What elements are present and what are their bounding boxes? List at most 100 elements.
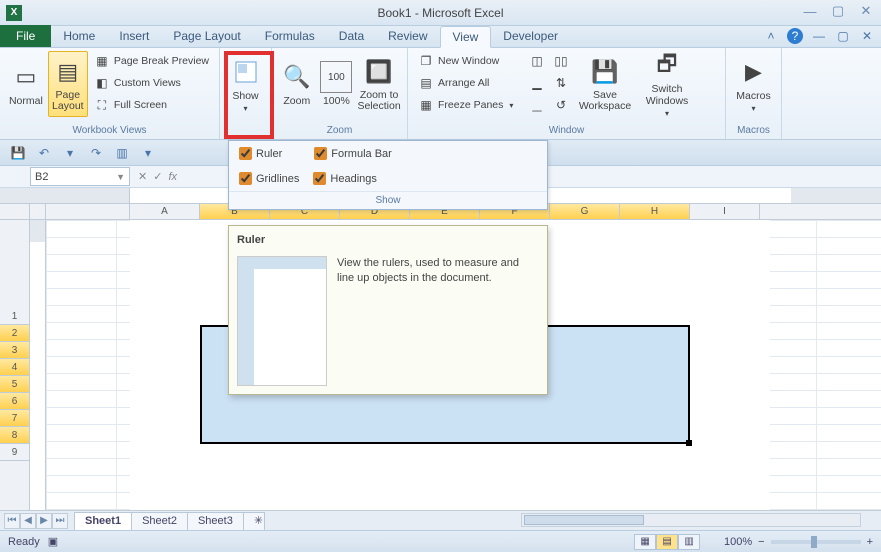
arrange-all-button[interactable]: ▤Arrange All [414,73,524,93]
switch-windows-button[interactable]: 🗗Switch Windows▾ [638,51,696,117]
sheet-nav-last-icon[interactable]: ⏭ [52,513,68,529]
redo-icon[interactable]: ↷ [86,144,106,162]
fx-icon[interactable]: fx [168,171,177,183]
normal-view-status-icon[interactable]: ▦ [634,534,656,550]
save-icon[interactable]: 💾 [8,144,28,162]
full-screen-label: Full Screen [114,99,167,111]
cancel-formula-icon[interactable]: ✕ [138,170,147,183]
normal-view-button[interactable]: ▭ Normal [6,51,46,117]
status-bar: Ready ▣ ▦ ▤ ▥ 100% − + [0,530,881,552]
doc-minimize-icon[interactable]: — [811,28,827,44]
undo-icon[interactable]: ↶ [34,144,54,162]
col-a[interactable]: A [130,204,200,219]
page-break-status-icon[interactable]: ▥ [678,534,700,550]
row-6[interactable]: 6 [0,393,29,410]
name-box[interactable]: B2 ▼ [30,167,130,186]
qat-dropdown-icon[interactable]: ▾ [60,144,80,162]
minimize-icon[interactable]: — [801,3,819,19]
help-icon[interactable]: ? [787,28,803,44]
show-dropdown-button[interactable]: Show ▾ [226,51,265,117]
ruler-checkbox[interactable]: Ruler [239,147,282,160]
name-box-value: B2 [35,171,48,183]
horizontal-scrollbar[interactable] [521,513,861,527]
page-layout-status-icon[interactable]: ▤ [656,534,678,550]
freeze-panes-button[interactable]: ▦ Freeze Panes ▾ [414,95,524,115]
sheet-tab-bar: ⏮ ◀ ▶ ⏭ Sheet1 Sheet2 Sheet3 ✳ [0,510,881,530]
macros-group-label: Macros [732,123,775,139]
sheet-tab-3[interactable]: Sheet3 [187,512,244,530]
repeat-icon[interactable]: ▥ [112,144,132,162]
row-7[interactable]: 7 [0,410,29,427]
reset-pos-button[interactable]: ↺ [550,95,572,115]
col-i[interactable]: I [690,204,760,219]
col-g[interactable]: G [550,204,620,219]
col-h[interactable]: H [620,204,690,219]
select-all-corner[interactable] [0,204,30,219]
row-3[interactable]: 3 [0,342,29,359]
custom-views-button[interactable]: ◧Custom Views [90,73,213,93]
row-9[interactable]: 9 [0,444,29,461]
tab-view[interactable]: View [440,26,492,48]
full-screen-button[interactable]: ⛶Full Screen [90,95,213,115]
minimize-ribbon-icon[interactable]: ˄ [763,28,779,44]
close-icon[interactable]: ✕ [857,3,875,19]
sheet-tab-1[interactable]: Sheet1 [74,512,132,530]
insert-sheet-button[interactable]: ✳ [243,512,265,530]
tab-insert[interactable]: Insert [107,25,161,47]
row-5[interactable]: 5 [0,376,29,393]
tab-data[interactable]: Data [327,25,376,47]
zoom-out-icon[interactable]: − [758,536,764,548]
restore-icon[interactable]: ▢ [829,3,847,19]
sheet-tab-2[interactable]: Sheet2 [131,512,188,530]
save-workspace-button[interactable]: 💾Save Workspace [574,51,636,117]
row-headers: 1 2 3 4 5 6 7 8 9 [0,220,30,510]
doc-close-icon[interactable]: ✕ [859,28,875,44]
page-break-preview-button[interactable]: ▦Page Break Preview [90,51,213,71]
zoom-slider[interactable] [771,540,861,544]
enter-formula-icon[interactable]: ✓ [153,170,162,183]
page-layout-view-button[interactable]: ▤ Page Layout [48,51,88,117]
zoom-100-icon: 100 [320,61,352,93]
tab-page-layout[interactable]: Page Layout [161,25,252,47]
file-tab[interactable]: File [0,25,51,47]
sync-icon: ⇅ [554,75,568,91]
row-2[interactable]: 2 [0,325,29,342]
fill-handle[interactable] [686,440,692,446]
sheet-nav-prev-icon[interactable]: ◀ [20,513,36,529]
vertical-ruler [30,220,46,510]
unhide-button[interactable]: ▁ [526,95,548,115]
zoom-level[interactable]: 100% [710,536,752,548]
tab-home[interactable]: Home [51,25,107,47]
row-4[interactable]: 4 [0,359,29,376]
doc-restore-icon[interactable]: ▢ [835,28,851,44]
gridlines-checkbox[interactable]: Gridlines [239,172,299,185]
side-icon: ▯▯ [554,53,568,69]
zoom-button[interactable]: 🔍Zoom [278,51,316,117]
customize-qat-icon[interactable]: ▾ [138,144,158,162]
hide-button[interactable]: ▁ [526,73,548,93]
chevron-down-icon: ▾ [509,101,513,110]
name-box-dropdown-icon[interactable]: ▼ [116,172,125,182]
headings-checkbox[interactable]: Headings [313,172,376,185]
zoom-in-icon[interactable]: + [867,536,873,548]
sheet-nav-next-icon[interactable]: ▶ [36,513,52,529]
title-bar: X Book1 - Microsoft Excel — ▢ ✕ [0,0,881,26]
freeze-panes-label: Freeze Panes [438,99,503,111]
scroll-thumb[interactable] [524,515,644,525]
tab-review[interactable]: Review [376,25,439,47]
sheet-nav-first-icon[interactable]: ⏮ [4,513,20,529]
sync-scroll-button[interactable]: ⇅ [550,73,572,93]
tab-developer[interactable]: Developer [491,25,570,47]
zoom-100-button[interactable]: 100100% [318,51,356,117]
zoom-to-selection-button[interactable]: 🔲Zoom to Selection [357,51,401,117]
split-button[interactable]: ◫ [526,51,548,71]
macros-button[interactable]: ▶Macros▾ [732,51,775,117]
formula-bar-checkbox[interactable]: Formula Bar [314,147,392,160]
row-8[interactable]: 8 [0,427,29,444]
macro-record-icon[interactable]: ▣ [48,535,58,548]
row-1[interactable]: 1 [0,308,29,325]
freeze-panes-icon: ▦ [418,97,434,113]
new-window-button[interactable]: ❐New Window [414,51,524,71]
view-side-button[interactable]: ▯▯ [550,51,572,71]
tab-formulas[interactable]: Formulas [253,25,327,47]
